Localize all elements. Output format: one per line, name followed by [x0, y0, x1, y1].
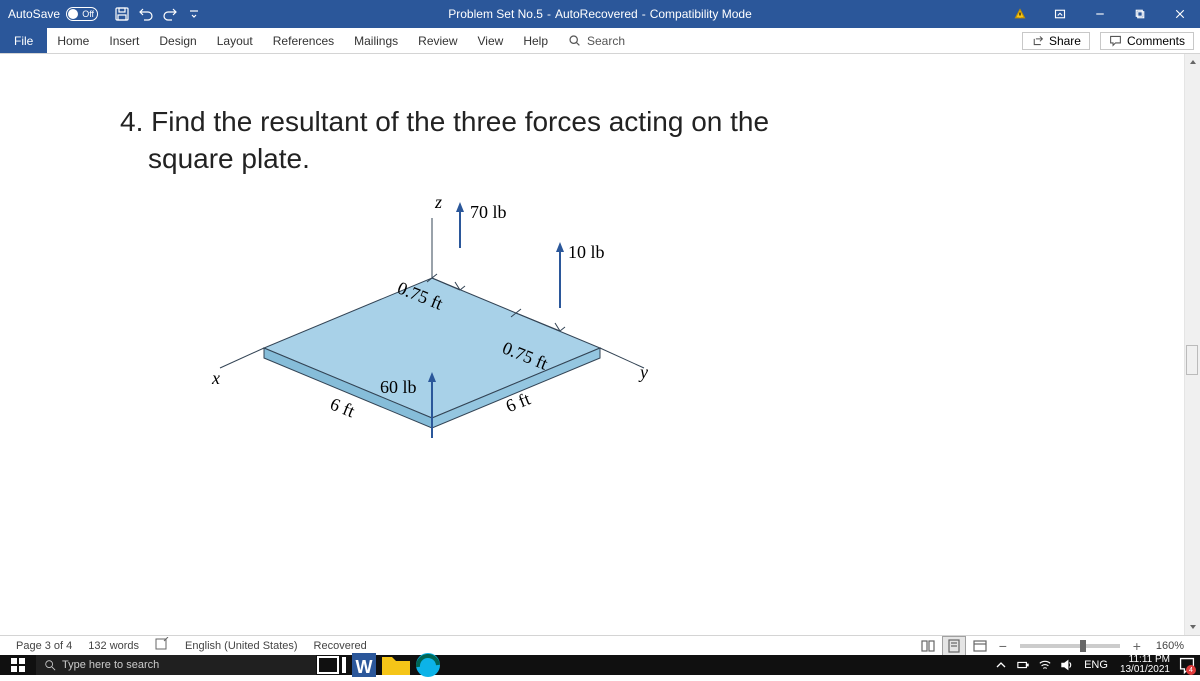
question-line-1: Find the resultant of the three forces a… — [151, 106, 769, 137]
axis-z-label: z — [434, 192, 442, 212]
compat-mode-label: Compatibility Mode — [650, 7, 752, 21]
comments-label: Comments — [1127, 34, 1185, 48]
search-icon — [568, 34, 581, 47]
windows-taskbar: Type here to search W ENG 11:11 PM 13/01… — [0, 655, 1200, 675]
word-app-icon[interactable]: W — [348, 655, 380, 675]
force-10-label: 10 lb — [568, 242, 605, 262]
web-layout-icon[interactable] — [968, 636, 992, 656]
maximize-icon[interactable] — [1120, 0, 1160, 28]
system-tray: ENG 11:11 PM 13/01/2021 4 — [992, 655, 1200, 675]
quick-access-toolbar — [106, 4, 210, 24]
search-tab[interactable]: Search — [558, 28, 635, 53]
date: 13/01/2021 — [1120, 665, 1170, 675]
zoom-level[interactable]: 160% — [1148, 640, 1192, 652]
tab-file[interactable]: File — [0, 28, 47, 53]
save-icon[interactable] — [112, 4, 132, 24]
status-bar: Page 3 of 4 132 words English (United St… — [0, 635, 1200, 655]
tab-insert[interactable]: Insert — [99, 28, 149, 53]
zoom-out-button[interactable]: − — [994, 638, 1012, 654]
share-button[interactable]: Share — [1022, 32, 1090, 50]
taskbar-search[interactable]: Type here to search — [36, 655, 316, 675]
axis-x-label: x — [211, 368, 220, 388]
warning-icon[interactable] — [1000, 0, 1040, 28]
file-explorer-icon[interactable] — [380, 655, 412, 675]
autosave-toggle[interactable]: AutoSave Off — [0, 7, 106, 21]
toggle-knob — [68, 9, 78, 19]
undo-icon[interactable] — [136, 4, 156, 24]
recovered-label: AutoRecovered — [555, 7, 638, 21]
scroll-up-icon[interactable] — [1185, 54, 1200, 70]
battery-icon[interactable] — [1014, 655, 1032, 675]
ribbon-display-icon[interactable] — [1040, 0, 1080, 28]
page-split-marker[interactable] — [1186, 345, 1198, 375]
tab-layout[interactable]: Layout — [207, 28, 263, 53]
redo-icon[interactable] — [160, 4, 180, 24]
clock[interactable]: 11:11 PM 13/01/2021 — [1116, 655, 1174, 675]
question-line-2: square plate. — [148, 141, 1080, 177]
tab-review[interactable]: Review — [408, 28, 467, 53]
zoom-in-button[interactable]: + — [1128, 638, 1146, 654]
toggle-state: Off — [82, 9, 94, 19]
page-indicator[interactable]: Page 3 of 4 — [8, 640, 80, 652]
ribbon-tabs: File Home Insert Design Layout Reference… — [0, 28, 1200, 54]
start-button[interactable] — [0, 655, 36, 675]
share-icon — [1031, 34, 1044, 47]
search-label: Search — [587, 34, 625, 48]
window-title: Problem Set No.5 - AutoRecovered - Compa… — [448, 7, 751, 21]
question-number: 4. — [120, 106, 151, 137]
read-mode-icon[interactable] — [916, 636, 940, 656]
word-count[interactable]: 132 words — [80, 640, 147, 652]
document-area[interactable]: 4. Find the resultant of the three force… — [0, 54, 1200, 635]
question-text: 4. Find the resultant of the three force… — [120, 104, 1080, 178]
title-bar: AutoSave Off Problem Set No.5 - AutoReco… — [0, 0, 1200, 28]
spell-check-icon[interactable] — [147, 637, 177, 654]
autosave-label: AutoSave — [8, 7, 60, 21]
wifi-icon[interactable] — [1036, 655, 1054, 675]
chevron-up-icon[interactable] — [992, 655, 1010, 675]
tab-references[interactable]: References — [263, 28, 344, 53]
minimize-icon[interactable] — [1080, 0, 1120, 28]
tab-help[interactable]: Help — [513, 28, 558, 53]
square-plate-diagram: z x y 70 lb 10 lb 60 lb 0.75 ft 0.75 ft … — [200, 188, 720, 488]
tab-mailings[interactable]: Mailings — [344, 28, 408, 53]
scroll-down-icon[interactable] — [1185, 619, 1200, 635]
volume-icon[interactable] — [1058, 655, 1076, 675]
tab-design[interactable]: Design — [149, 28, 206, 53]
doc-name: Problem Set No.5 — [448, 7, 543, 21]
toggle-switch[interactable]: Off — [66, 7, 98, 21]
window-controls — [1000, 0, 1200, 28]
taskbar-apps: W — [316, 655, 444, 675]
tab-home[interactable]: Home — [47, 28, 99, 53]
edge-icon[interactable] — [412, 655, 444, 675]
tab-view[interactable]: View — [468, 28, 514, 53]
side-6ft-1: 6 ft — [327, 393, 357, 421]
search-icon — [44, 659, 56, 671]
task-view-icon[interactable] — [316, 655, 348, 675]
force-60-label: 60 lb — [380, 377, 417, 397]
keyboard-lang[interactable]: ENG — [1080, 659, 1112, 671]
customize-qat-icon[interactable] — [184, 4, 204, 24]
share-label: Share — [1049, 34, 1081, 48]
print-layout-icon[interactable] — [942, 636, 966, 656]
vertical-scrollbar[interactable] — [1184, 54, 1200, 635]
taskbar-search-placeholder: Type here to search — [62, 659, 159, 671]
svg-text:W: W — [356, 657, 373, 677]
language-indicator[interactable]: English (United States) — [177, 640, 306, 652]
document-content: 4. Find the resultant of the three force… — [0, 54, 1200, 538]
comment-icon — [1109, 34, 1122, 47]
close-icon[interactable] — [1160, 0, 1200, 28]
comments-button[interactable]: Comments — [1100, 32, 1194, 50]
zoom-slider[interactable] — [1020, 644, 1120, 648]
notifications-icon[interactable]: 4 — [1178, 655, 1196, 675]
force-70-label: 70 lb — [470, 202, 507, 222]
zoom-thumb[interactable] — [1080, 640, 1086, 652]
notification-badge: 4 — [1186, 665, 1196, 675]
axis-y-label: y — [638, 362, 648, 382]
